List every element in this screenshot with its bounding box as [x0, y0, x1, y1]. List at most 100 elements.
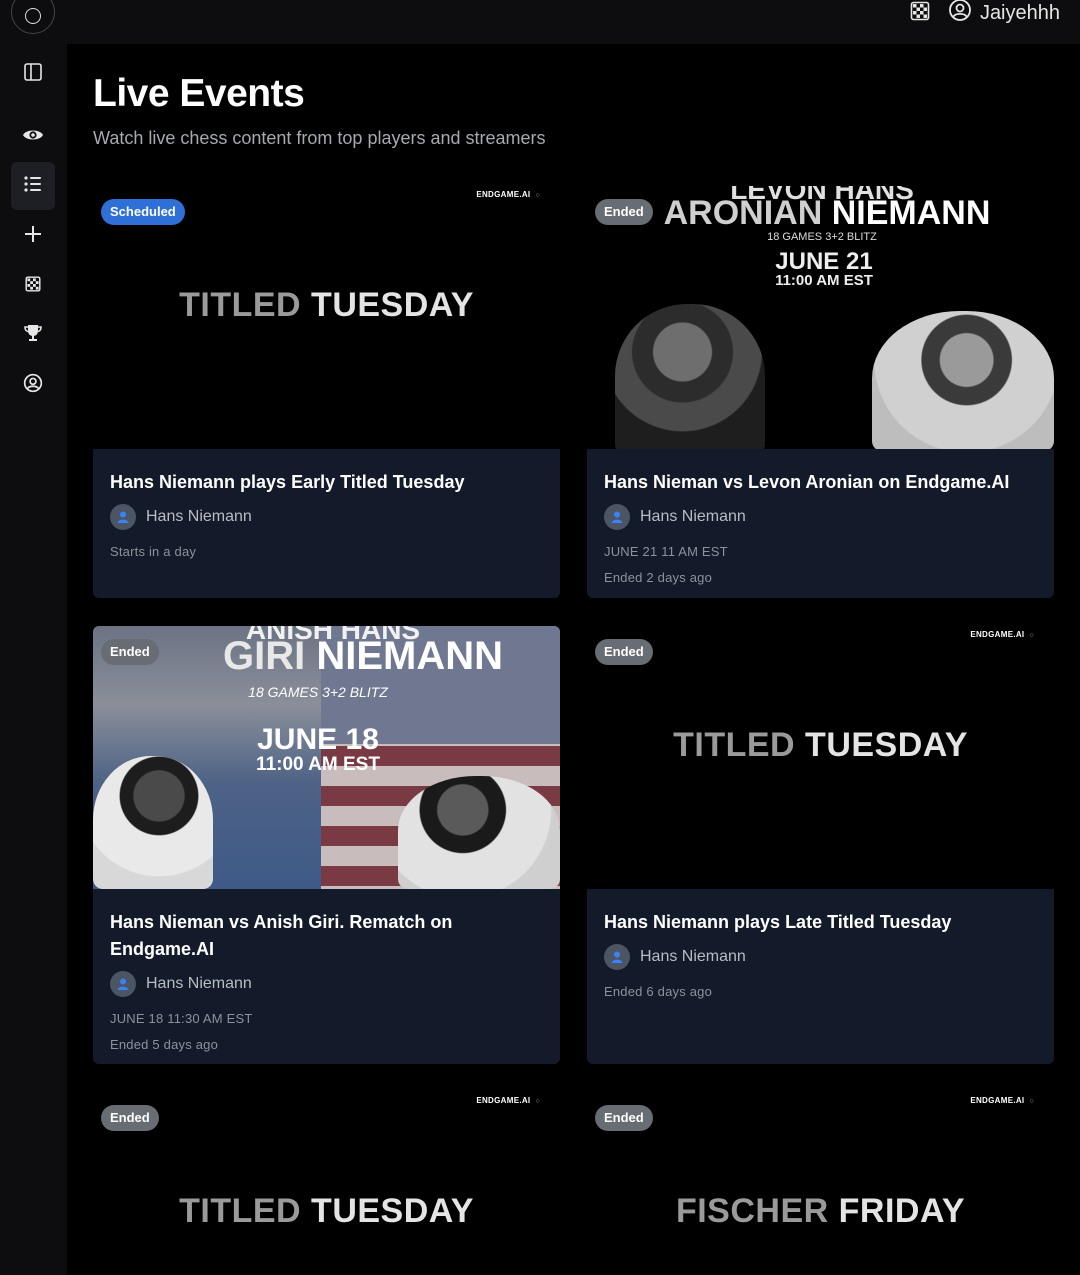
- status-badge: Scheduled: [101, 199, 185, 225]
- page-subtitle: Watch live chess content from top player…: [93, 128, 546, 148]
- card-body: Hans Niemann plays Late Titled Tuesday H…: [587, 889, 1054, 1000]
- event-status-text: Ended 2 days ago: [604, 570, 713, 585]
- poster-word: TUESDAY: [311, 1192, 474, 1230]
- poster-word: TITLED: [673, 726, 796, 764]
- host: Hans Niemann: [604, 944, 1037, 970]
- poster-word: TITLED: [179, 286, 302, 324]
- poster-title: TITLED TUESDAY: [93, 286, 560, 325]
- sidebar-item-play[interactable]: [11, 262, 55, 310]
- sidebar-item-profile[interactable]: [11, 361, 55, 409]
- user-menu[interactable]: Jaiyehhh: [948, 0, 1060, 28]
- brand-watermark: ENDGAME.AI: [970, 1096, 1034, 1105]
- event-title[interactable]: Hans Niemann plays Late Titled Tuesday: [604, 909, 1037, 936]
- poster-name: GIRI: [222, 634, 306, 678]
- main-content: Live Events Watch live chess content fro…: [67, 44, 1080, 1275]
- event-status-text: Ended 5 days ago: [110, 1037, 219, 1052]
- event-thumbnail: Scheduled ENDGAME.AI TITLED TUESDAY: [93, 186, 560, 449]
- plus-icon: [24, 225, 42, 248]
- user-icon: [611, 511, 623, 523]
- user-icon: [117, 511, 129, 523]
- sidebar-item-tournaments[interactable]: [11, 311, 55, 359]
- logo-icon[interactable]: [11, 0, 55, 34]
- sidebar-toggle-button[interactable]: [11, 50, 55, 98]
- player-photo-niemann: [872, 311, 1054, 449]
- list-icon: [23, 174, 43, 199]
- event-card[interactable]: Scheduled ENDGAME.AI TITLED TUESDAY Hans…: [93, 186, 560, 598]
- status-badge: Ended: [101, 1105, 159, 1131]
- poster-time: 11:00 AM EST: [775, 272, 873, 289]
- event-thumbnail: Ended ANISH HANS GIRI NIEMANN 18 GAMES 3…: [93, 626, 560, 889]
- user-icon: [611, 951, 623, 963]
- page-title: Live Events: [93, 72, 305, 115]
- event-thumbnail: Ended ENDGAME.AI FISCHER FRIDAY: [587, 1092, 1054, 1275]
- event-title[interactable]: Hans Nieman vs Levon Aronian on Endgame.…: [604, 469, 1037, 496]
- avatar: [604, 944, 630, 970]
- poster-name: NIEMANN: [316, 634, 504, 678]
- top-right-actions: Jaiyehhh: [910, 0, 1060, 26]
- event-card[interactable]: Ended ENDGAME.AI TITLED TUESDAY: [93, 1092, 560, 1275]
- host-name: Hans Niemann: [640, 948, 746, 965]
- poster-format: 18 GAMES 3+2 BLITZ: [767, 231, 877, 243]
- poster-title: FISCHER FRIDAY: [587, 1192, 1054, 1231]
- event-card[interactable]: Ended ENDGAME.AI FISCHER FRIDAY: [587, 1092, 1054, 1275]
- chessboard-icon[interactable]: [910, 1, 930, 26]
- event-card[interactable]: Ended ANISH HANS GIRI NIEMANN 18 GAMES 3…: [93, 626, 560, 1064]
- event-status-text: Starts in a day: [110, 544, 197, 559]
- poster-word: TITLED: [179, 1192, 302, 1230]
- user-circle-icon: [23, 373, 43, 398]
- event-schedule-text: JUNE 21 11 AM EST: [604, 544, 728, 559]
- card-body: Hans Nieman vs Levon Aronian on Endgame.…: [587, 449, 1054, 586]
- event-thumbnail: Ended ENDGAME.AI TITLED TUESDAY: [93, 1092, 560, 1275]
- username: Jaiyehhh: [979, 1, 1060, 24]
- host-name: Hans Niemann: [146, 975, 252, 992]
- poster-headline: GIRI NIEMANN: [168, 634, 558, 679]
- poster-name: NIEMANN: [831, 194, 991, 232]
- status-badge: Ended: [595, 1105, 653, 1131]
- poster-word: FISCHER: [675, 1192, 829, 1230]
- status-badge: Ended: [595, 199, 653, 225]
- poster-word: TUESDAY: [311, 286, 474, 324]
- event-title[interactable]: Hans Nieman vs Anish Giri. Rematch on En…: [110, 909, 543, 963]
- host: Hans Niemann: [604, 504, 1037, 530]
- player-photo-niemann: [398, 776, 560, 889]
- brand-watermark: ENDGAME.AI: [476, 1096, 540, 1105]
- player-photo-aronian: [615, 304, 765, 449]
- user-icon: [117, 978, 129, 990]
- sidebar: [0, 44, 67, 1275]
- poster-word: FRIDAY: [838, 1192, 966, 1230]
- avatar: [110, 504, 136, 530]
- event-thumbnail: Ended LEVON HANS ARONIAN NIEMANN 18 GAME…: [587, 186, 1054, 449]
- sidebar-item-create[interactable]: [11, 212, 55, 260]
- host-name: Hans Niemann: [146, 508, 252, 525]
- sidebar-item-events[interactable]: [11, 162, 55, 210]
- poster-format: 18 GAMES 3+2 BLITZ: [248, 684, 388, 700]
- event-title[interactable]: Hans Niemann plays Early Titled Tuesday: [110, 469, 543, 496]
- poster-name: ARONIAN: [663, 194, 823, 232]
- status-badge: Ended: [101, 639, 159, 665]
- host-name: Hans Niemann: [640, 508, 746, 525]
- brand-watermark: ENDGAME.AI: [970, 630, 1034, 639]
- poster-date: JUNE 18: [257, 723, 379, 756]
- top-bar: Jaiyehhh: [0, 0, 1080, 44]
- sidebar-item-watch[interactable]: [11, 113, 55, 161]
- host: Hans Niemann: [110, 504, 543, 530]
- status-badge: Ended: [595, 639, 653, 665]
- host: Hans Niemann: [110, 971, 543, 997]
- event-card[interactable]: Ended LEVON HANS ARONIAN NIEMANN 18 GAME…: [587, 186, 1054, 598]
- avatar: [110, 971, 136, 997]
- poster-word: TUESDAY: [805, 726, 968, 764]
- player-photo-giri: [93, 756, 213, 889]
- event-status-text: Ended 6 days ago: [604, 984, 713, 999]
- poster-title: TITLED TUESDAY: [93, 1192, 560, 1231]
- eye-icon: [22, 124, 44, 151]
- user-circle-icon: [948, 0, 972, 28]
- avatar: [604, 504, 630, 530]
- event-thumbnail: Ended ENDGAME.AI TITLED TUESDAY: [587, 626, 1054, 889]
- sidebar-toggle-icon: [23, 62, 43, 87]
- event-card[interactable]: Ended ENDGAME.AI TITLED TUESDAY Hans Nie…: [587, 626, 1054, 1064]
- poster-title: TITLED TUESDAY: [587, 726, 1054, 765]
- event-schedule-text: JUNE 18 11:30 AM EST: [110, 1011, 253, 1026]
- trophy-icon: [23, 323, 43, 348]
- card-body: Hans Nieman vs Anish Giri. Rematch on En…: [93, 889, 560, 1053]
- chessboard-icon: [25, 275, 41, 297]
